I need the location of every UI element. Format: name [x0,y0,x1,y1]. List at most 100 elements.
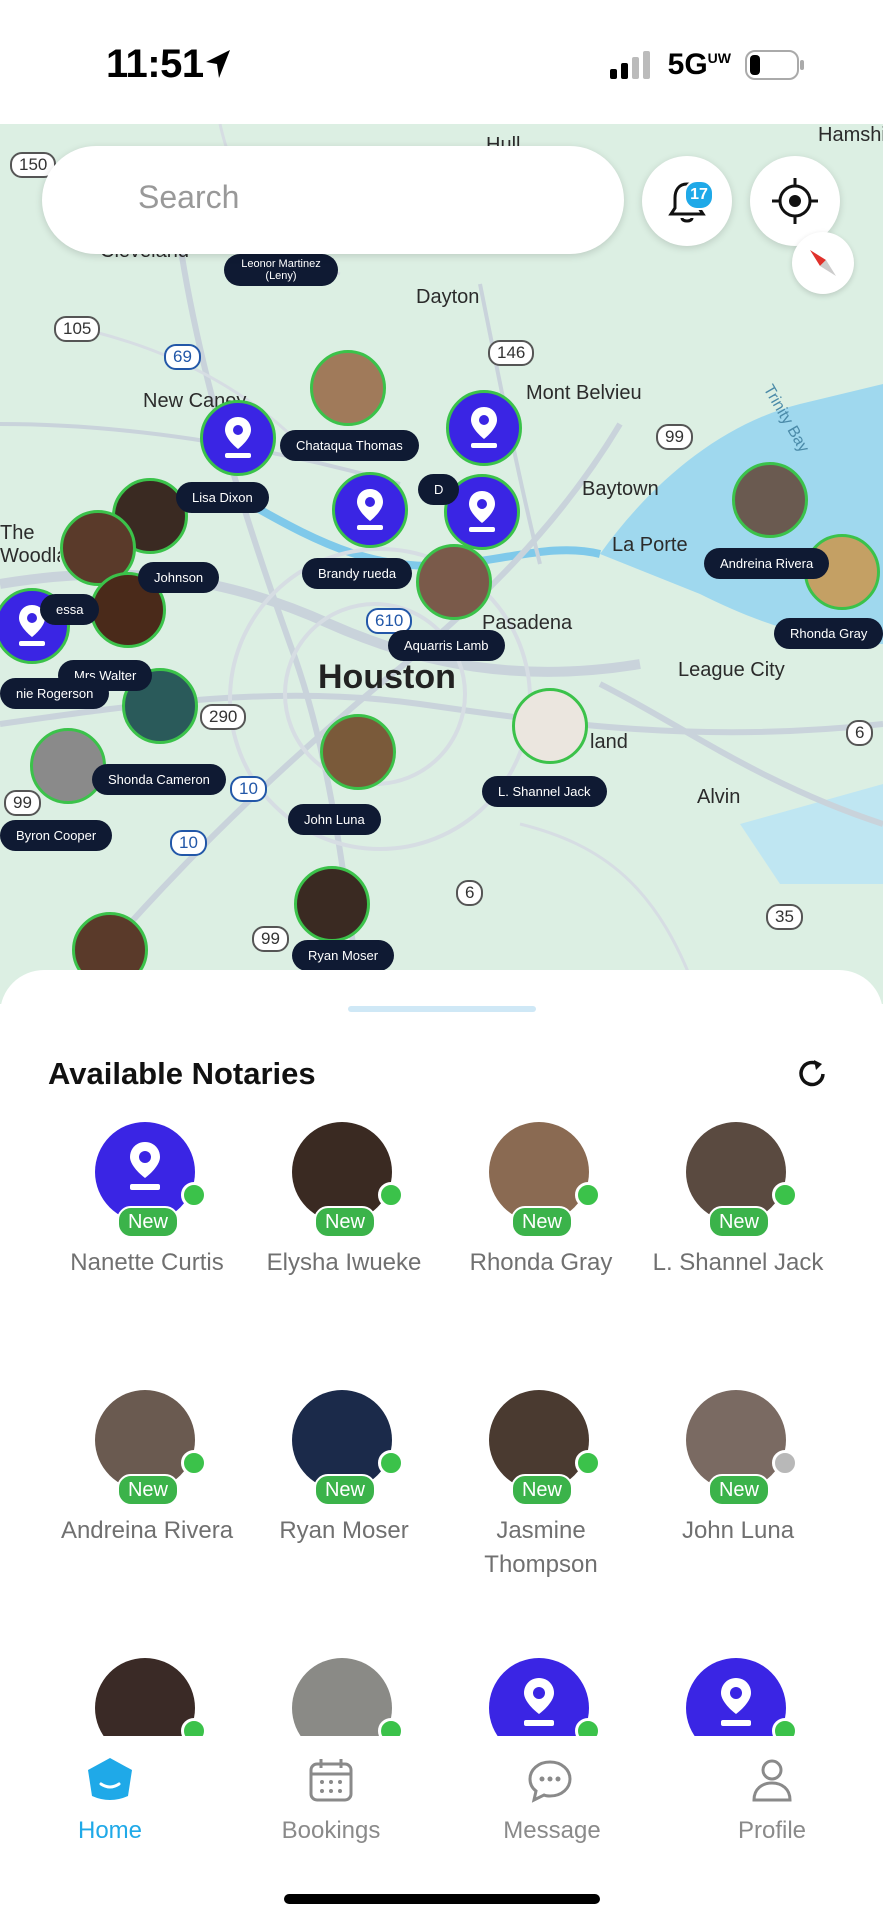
map-pin-label[interactable]: essa [40,594,100,625]
new-badge: New [314,1474,376,1506]
new-badge: New [708,1206,770,1238]
profile-icon [752,1759,792,1802]
map-pin-label[interactable]: Brandy rueda [302,558,413,589]
status-icons: 5GUW [609,48,805,82]
map-pin-photo[interactable] [416,544,492,620]
notary-name: Elysha Iwueke [266,1249,422,1276]
notary-name: John Luna [681,1517,795,1544]
map-place: The Woodlands [0,522,60,567]
map-place: Hamshire [818,124,883,146]
online-indicator [575,1182,601,1208]
highway-shield: 146 [488,340,535,366]
map-pin-location[interactable] [200,400,276,476]
notifications-button[interactable]: 17 [642,156,732,246]
sheet-title: Available Notaries [48,1056,316,1091]
map-pin-photo[interactable] [320,714,396,790]
highway-shield: 290 [200,704,247,730]
online-indicator [575,1450,601,1476]
location-pin-icon [524,1678,554,1726]
highway-shield: 69 [164,344,201,370]
refresh-icon[interactable] [794,1056,830,1092]
map-pin-label[interactable]: Andreina Rivera [704,548,830,579]
map-pin-label[interactable]: nie Rogerson [0,678,110,709]
tab-label: Message [503,1817,601,1844]
map-pin-label[interactable]: Leonor Martinez (Leny) [224,254,338,286]
highway-shield: 99 [4,790,41,816]
compass-icon [810,250,836,276]
map-place: Dayton [416,286,480,308]
network-type: 5GUW [667,48,731,81]
map-place: League City [678,659,785,681]
online-indicator [378,1182,404,1208]
status-time: 11:51 [106,42,204,86]
highway-shield: 105 [54,316,101,342]
map-pin-photo[interactable] [732,462,808,538]
search-input[interactable] [136,178,580,217]
map-pin-label[interactable]: Ryan Moser [292,940,395,971]
tab-bookings[interactable]: Bookings [256,1756,406,1845]
highway-shield: 6 [456,880,484,906]
map-pin-label[interactable]: D [418,474,460,505]
new-badge: New [511,1474,573,1506]
location-pin-icon [130,1142,160,1190]
map-pin-label[interactable]: Rhonda Gray [774,618,883,649]
map-pin-label[interactable]: Aquarris Lamb [388,630,505,661]
new-badge: New [511,1206,573,1238]
notification-count-badge: 17 [684,180,714,210]
offline-indicator [772,1450,798,1476]
map-place: La Porte [612,534,688,556]
notary-name: Nanette Curtis [70,1249,224,1276]
battery-icon [745,50,804,80]
signal-icon [609,51,650,79]
map-pin-photo[interactable] [30,728,106,804]
compass-button[interactable] [792,232,854,294]
online-indicator [772,1182,798,1208]
map-place: Alvin [697,786,741,808]
tab-label: Profile [737,1817,807,1844]
sheet-drag-handle[interactable] [348,1006,536,1012]
map-pin-location[interactable] [446,390,522,466]
tab-home[interactable]: Home [35,1756,185,1845]
status-bar: 11:51 5GUW [0,0,883,124]
map-pin-label[interactable]: Shonda Cameron [92,764,226,795]
map-pin-label[interactable]: L. Shannel Jack [482,776,607,807]
search-bar[interactable] [42,146,624,254]
map-place: Mont Belvieu [526,382,642,404]
notary-name: L. Shannel Jack [652,1249,824,1276]
map-place: Baytown [582,478,659,500]
tab-label: Bookings [281,1817,381,1844]
notary-name: Ryan Moser [279,1517,409,1544]
map-pin-label[interactable]: Lisa Dixon [176,482,269,513]
map-pin-label[interactable]: Johnson [138,562,220,593]
highway-shield: 35 [766,904,803,930]
home-indicator [284,1894,600,1904]
crosshair-icon [772,178,818,224]
map-pin-photo[interactable] [310,350,386,426]
highway-shield: 6 [846,720,874,746]
online-indicator [181,1182,207,1208]
new-badge: New [708,1474,770,1506]
bottom-tab-bar: Home Bookings Message Profile [0,1736,883,1920]
new-badge: New [314,1206,376,1238]
calendar-icon [309,1759,353,1802]
home-icon [88,1758,132,1800]
location-pin-icon [721,1678,751,1726]
map-pin-label[interactable]: Byron Cooper [0,820,113,851]
map-place: land [590,731,628,753]
map-pin-label[interactable]: Chataqua Thomas [280,430,419,461]
highway-shield: 99 [656,424,693,450]
online-indicator [181,1450,207,1476]
location-arrow-icon [206,50,230,78]
notary-name: Jasmine Thompson [484,1517,598,1578]
notary-name: Rhonda Gray [469,1249,613,1276]
map-pin-location[interactable] [332,472,408,548]
map-pin-label[interactable]: John Luna [288,804,381,835]
highway-shield: 10 [170,830,207,856]
map-pin-photo[interactable] [512,688,588,764]
tab-message[interactable]: Message [477,1756,627,1845]
tab-profile[interactable]: Profile [697,1756,847,1845]
highway-shield: 10 [230,776,267,802]
map-view[interactable]: Dayton New Caney Mont Belvieu Baytown La… [0,124,883,1004]
map-pin-photo[interactable] [294,866,370,942]
new-badge: New [117,1206,179,1238]
